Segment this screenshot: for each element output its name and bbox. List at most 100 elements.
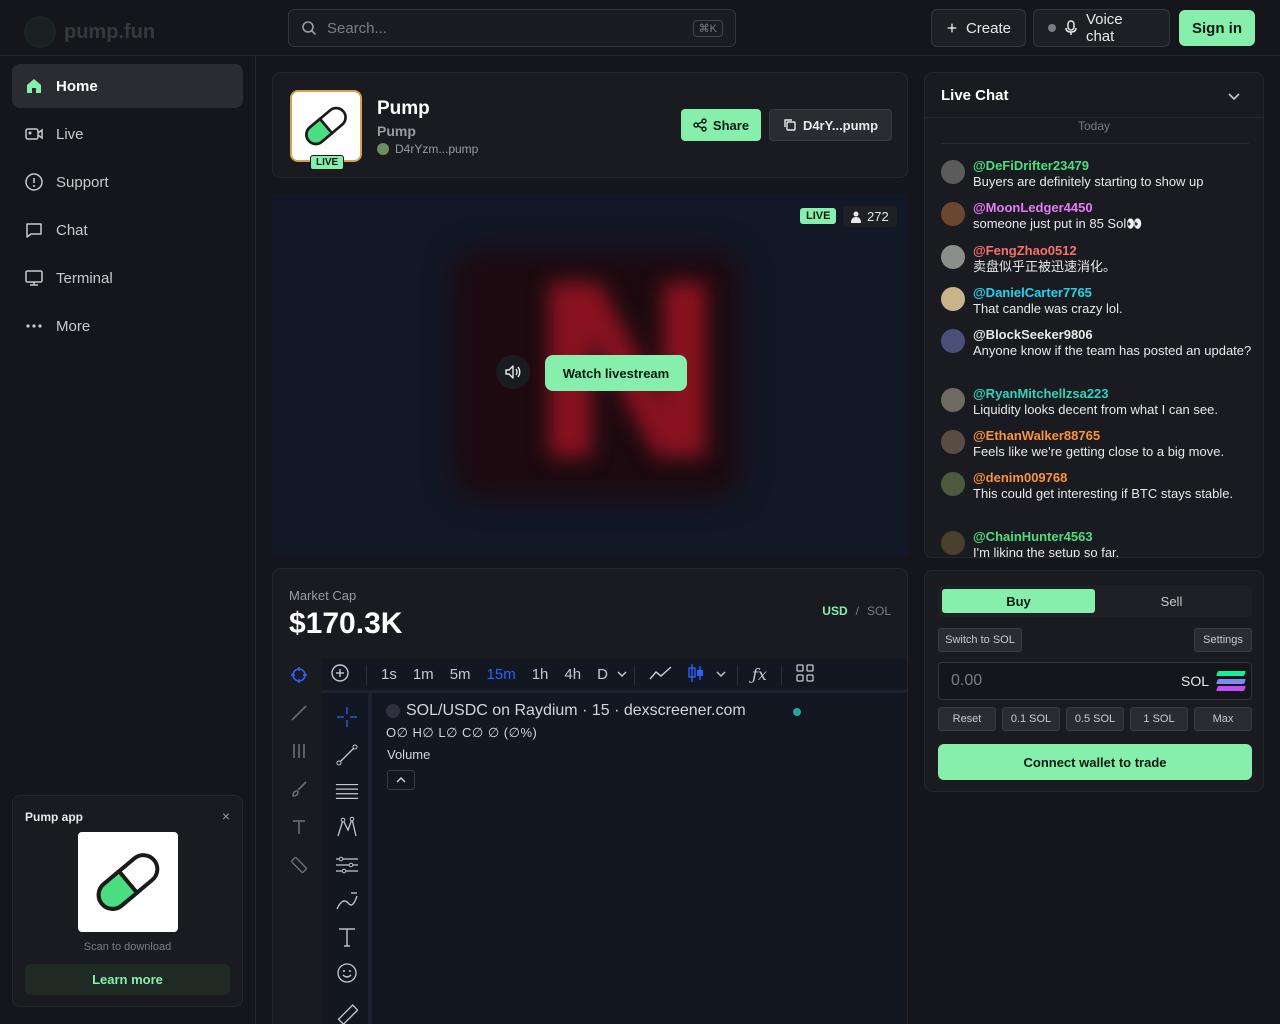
text-icon[interactable] [289, 817, 309, 837]
create-label: Create [965, 19, 1011, 37]
price-chart[interactable]: SOL/USDC on Raydium · 15 · dexscreener.c… [322, 693, 907, 1024]
chat-username[interactable]: @RyanMitchellzsa223 [973, 386, 1109, 401]
user-avatar[interactable] [941, 472, 965, 496]
chat-username[interactable]: @DanielCarter7765 [973, 285, 1092, 300]
user-avatar[interactable] [941, 430, 965, 454]
chat-username[interactable]: @EthanWalker88765 [973, 428, 1100, 443]
sidebar-item-label: Terminal [56, 269, 113, 287]
livestream-player[interactable]: N LIVE 272 Watch livestream [272, 194, 908, 556]
indicators-fx-icon[interactable]: ƒx [744, 665, 775, 684]
sound-button[interactable] [496, 355, 530, 389]
copy-contract-button[interactable]: D4rY...pump [769, 109, 892, 141]
timeframe-1s[interactable]: 1s [373, 666, 405, 683]
close-icon[interactable]: × [222, 808, 230, 824]
quick-amount-max[interactable]: Max [1194, 707, 1252, 731]
user-avatar[interactable] [941, 329, 965, 353]
chart-pair-title: SOL/USDC on Raydium · 15 · dexscreener.c… [386, 702, 746, 720]
user-avatar[interactable] [941, 388, 965, 412]
line-chart-icon[interactable] [641, 664, 681, 685]
learn-more-button[interactable]: Learn more [25, 964, 230, 995]
settings-button[interactable]: Settings [1194, 628, 1252, 652]
chat-username[interactable]: @FengZhao0512 [973, 243, 1077, 258]
collapse-legend-button[interactable] [387, 770, 415, 790]
brush-icon[interactable] [289, 779, 309, 799]
chevron-down-icon[interactable] [1227, 89, 1241, 106]
user-icon [851, 211, 861, 223]
chat-username[interactable]: @ChainHunter4563 [973, 529, 1093, 544]
quick-amount-1[interactable]: 1 SOL [1130, 707, 1188, 731]
amount-input[interactable] [951, 672, 1181, 690]
user-avatar[interactable] [941, 160, 965, 184]
logo-mark-icon [24, 16, 56, 48]
share-button[interactable]: Share [681, 109, 761, 141]
amount-field[interactable]: SOL [938, 662, 1252, 700]
timeframe-1m[interactable]: 1m [405, 666, 442, 683]
add-indicator-icon[interactable] [322, 663, 360, 686]
timeframe-D[interactable]: D [589, 666, 616, 683]
drawing-toolbar [322, 693, 372, 1024]
quick-amount-0.1[interactable]: 0.1 SOL [1002, 707, 1060, 731]
emoji-icon[interactable] [335, 961, 359, 985]
sign-in-button[interactable]: Sign in [1179, 10, 1255, 46]
crosshair-target-icon[interactable] [289, 665, 309, 685]
search-input[interactable] [327, 19, 693, 37]
user-avatar[interactable] [941, 531, 965, 555]
projection-icon[interactable] [335, 853, 359, 877]
buy-tab[interactable]: Buy [942, 589, 1095, 613]
timeframe-4h[interactable]: 4h [556, 666, 589, 683]
viewer-count: 272 [843, 206, 897, 227]
quick-amount-reset[interactable]: Reset [938, 707, 996, 731]
pattern-icon[interactable] [335, 815, 359, 839]
chart-sidebar-tools [281, 659, 321, 1024]
layout-grid-icon[interactable] [788, 664, 822, 685]
sidebar-item-chat[interactable]: Chat [12, 208, 243, 252]
sidebar-item-live[interactable]: Live [12, 112, 243, 156]
voice-chat-button[interactable]: Voice chat [1033, 9, 1170, 47]
token-creator[interactable]: D4rYzm...pump [377, 142, 478, 156]
sidebar-item-terminal[interactable]: Terminal [12, 256, 243, 300]
user-avatar[interactable] [941, 202, 965, 226]
chart-type-dropdown-icon[interactable] [711, 667, 731, 683]
vertical-lines-icon[interactable] [289, 741, 309, 761]
user-avatar[interactable] [941, 245, 965, 269]
currency-usd[interactable]: USD [822, 604, 847, 618]
chat-text: Buyers are definitely starting to show u… [973, 174, 1204, 189]
crosshair-icon[interactable] [335, 705, 359, 729]
chat-username[interactable]: @denim009768 [973, 470, 1067, 485]
timeframe-15m[interactable]: 15m [479, 666, 524, 683]
timeframe-5m[interactable]: 5m [442, 666, 479, 683]
quick-amount-0.5[interactable]: 0.5 SOL [1066, 707, 1124, 731]
timeframe-dropdown-icon[interactable] [616, 667, 628, 683]
watch-livestream-button[interactable]: Watch livestream [545, 355, 687, 391]
token-avatar[interactable] [290, 90, 362, 162]
chat-username[interactable]: @MoonLedger4450 [973, 200, 1093, 215]
search-box[interactable]: ⌘K [288, 9, 736, 47]
creator-address: D4rYzm...pump [395, 142, 479, 156]
chat-text: someone just put in 85 Sol👀 [973, 216, 1143, 231]
measure-icon[interactable] [335, 1003, 359, 1024]
trend-line-icon[interactable] [335, 743, 359, 767]
user-avatar[interactable] [941, 287, 965, 311]
copy-icon [784, 119, 796, 131]
sidebar-item-support[interactable]: Support [12, 160, 243, 204]
stream-live-badge: LIVE [800, 208, 837, 224]
timeframe-1h[interactable]: 1h [524, 666, 557, 683]
pill-icon [96, 853, 160, 911]
currency-sol[interactable]: SOL [867, 604, 891, 618]
candlestick-icon[interactable] [681, 663, 711, 686]
chat-username[interactable]: @DeFiDrifter23479 [973, 158, 1089, 173]
connect-wallet-button[interactable]: Connect wallet to trade [938, 744, 1252, 780]
text-tool-icon[interactable] [335, 925, 359, 949]
trendline-icon[interactable] [289, 703, 309, 723]
chat-username[interactable]: @BlockSeeker9806 [973, 327, 1093, 342]
create-button[interactable]: Create [931, 9, 1026, 47]
sell-tab[interactable]: Sell [1095, 589, 1248, 613]
sidebar-item-more[interactable]: More [12, 304, 243, 348]
ruler-icon[interactable] [289, 855, 309, 875]
logo[interactable]: pump.fun [24, 16, 155, 48]
brush-tool-icon[interactable] [335, 889, 359, 913]
switch-to-sol-button[interactable]: Switch to SOL [938, 628, 1022, 652]
fib-lines-icon[interactable] [335, 779, 359, 803]
sidebar-item-home[interactable]: Home [12, 64, 243, 108]
chat-text: Liquidity looks decent from what I can s… [973, 402, 1218, 417]
